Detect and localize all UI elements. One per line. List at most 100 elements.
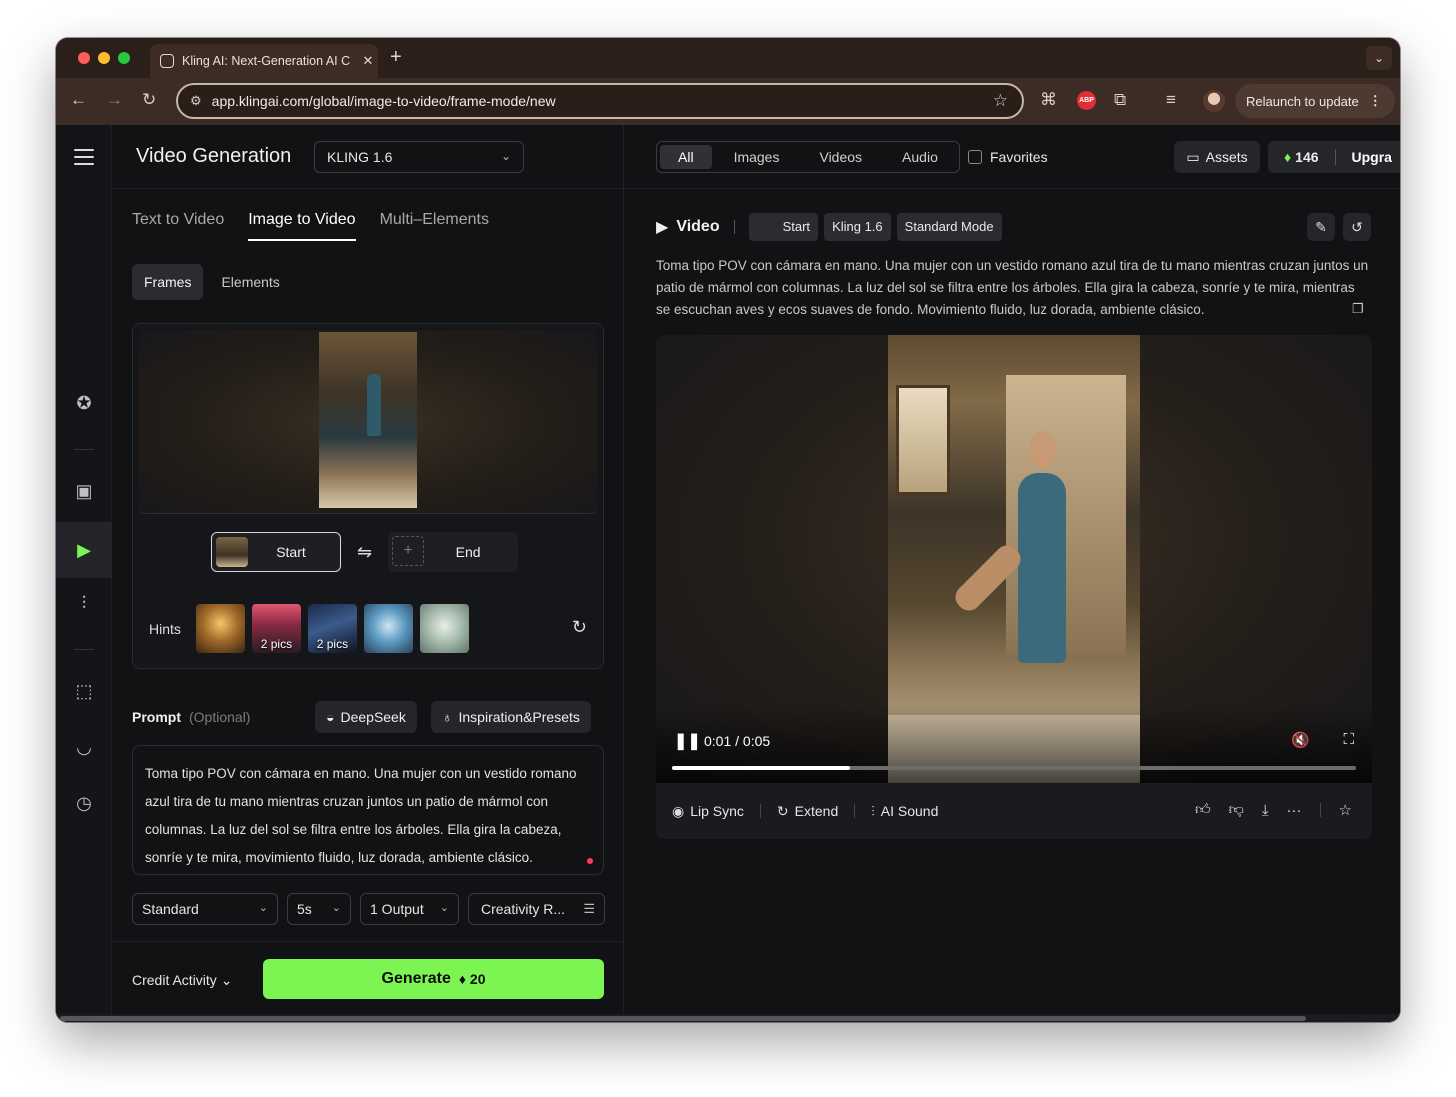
media-controls-icon[interactable]: ≡ <box>1166 90 1176 110</box>
horizontal-scrollbar[interactable] <box>56 1014 1400 1022</box>
filter-videos[interactable]: Videos <box>801 145 880 169</box>
close-window-button[interactable] <box>78 52 90 64</box>
explore-icon[interactable]: ✪ <box>56 393 112 417</box>
frame-preview[interactable] <box>139 330 597 514</box>
edit-icon[interactable]: ✎ <box>1307 213 1335 241</box>
ai-sound-label: AI Sound <box>880 803 939 819</box>
reload-icon[interactable]: ↻ <box>142 90 156 110</box>
deepseek-button[interactable]: ◒ DeepSeek <box>315 701 417 733</box>
start-frame-button[interactable]: Start <box>211 532 341 572</box>
generation-panel: Video Generation KLING 1.6 ⌄ Text to Vid… <box>112 125 624 1022</box>
generate-label: Generate <box>381 970 451 987</box>
audio-generation-icon[interactable]: ⫶ <box>56 593 112 617</box>
subtab-elements[interactable]: Elements <box>209 264 291 300</box>
creativity-select[interactable]: Creativity R... ☰ <box>468 893 605 925</box>
back-arrow-icon[interactable]: ← <box>70 90 87 110</box>
sub-tabs: Frames Elements <box>132 264 292 300</box>
inspiration-presets-button[interactable]: ♁ Inspiration&Presets <box>431 701 591 733</box>
address-bar[interactable]: ⚙ app.klingai.com/global/image-to-video/… <box>176 83 1024 119</box>
video-generation-icon[interactable]: ▶ <box>56 522 112 578</box>
tab-close-icon[interactable]: ✕ <box>358 53 378 69</box>
deepseek-whale-icon: ◒ <box>326 709 335 725</box>
translate-icon[interactable]: ⌘ <box>1040 90 1057 110</box>
filter-audio[interactable]: Audio <box>884 145 956 169</box>
outputs-select[interactable]: 1 Output ⌄ <box>360 893 459 925</box>
refresh-hints-icon[interactable]: ↻ <box>572 617 587 638</box>
seek-bar[interactable] <box>672 766 1356 770</box>
model-select[interactable]: KLING 1.6 ⌄ <box>314 141 524 173</box>
url-text[interactable]: app.klingai.com/global/image-to-video/fr… <box>212 93 993 109</box>
playback-time: 0:01 / 0:05 <box>704 733 771 749</box>
hint-thumbnail[interactable] <box>363 604 413 653</box>
filter-all[interactable]: All <box>660 145 712 169</box>
generate-bar: Credit Activity ⌄ Generate ♦ 20 <box>112 941 624 1022</box>
scrollbar-thumb[interactable] <box>60 1016 1306 1021</box>
generate-button[interactable]: Generate ♦ 20 <box>263 959 604 999</box>
bookmark-star-icon[interactable]: ☆ <box>993 91 1008 111</box>
hint-thumbnail[interactable]: 2 pics <box>251 604 301 653</box>
upgrade-button[interactable]: Upgra <box>1352 149 1392 165</box>
video-player[interactable]: ❚❚ 0:01 / 0:05 🔇 ⛶ <box>656 335 1372 783</box>
more-vert-icon[interactable]: ⋮ <box>1369 93 1382 109</box>
tab-multi-elements[interactable]: Multi–Elements <box>380 211 489 241</box>
frames-box: Start ⇋ + End Hints 2 pics 2 pics ↻ <box>132 323 604 669</box>
extend-label: Extend <box>794 803 839 819</box>
relaunch-button[interactable]: Relaunch to update ⋮ <box>1235 84 1395 118</box>
tab-text-to-video[interactable]: Text to Video <box>132 211 224 241</box>
regenerate-icon[interactable]: ↺ <box>1343 213 1371 241</box>
player-controls: ❚❚ 0:01 / 0:05 🔇 ⛶ <box>656 703 1372 783</box>
assets-label: Assets <box>1205 149 1248 165</box>
deepseek-label: DeepSeek <box>340 709 406 725</box>
extensions-puzzle-icon[interactable]: ⧉ <box>1114 90 1126 110</box>
start-end-row: Start ⇋ + End <box>211 532 519 572</box>
maximize-window-button[interactable] <box>118 52 130 64</box>
subtab-frames[interactable]: Frames <box>132 264 204 300</box>
muted-speaker-icon[interactable]: 🔇 <box>1291 731 1310 749</box>
minimize-window-button[interactable] <box>98 52 110 64</box>
lip-sync-icon[interactable]: ◡ <box>56 737 112 761</box>
hints-label: Hints <box>149 620 181 637</box>
ai-sound-button[interactable]: ⫶ AI Sound <box>871 803 938 820</box>
history-icon[interactable]: ◷ <box>56 793 112 817</box>
inspiration-label: Inspiration&Presets <box>458 709 580 725</box>
credit-activity-dropdown[interactable]: Credit Activity ⌄ <box>132 972 232 989</box>
duration-select[interactable]: 5s ⌄ <box>287 893 351 925</box>
hint-thumbnail[interactable] <box>195 604 245 653</box>
tab-search-chevron-icon[interactable]: ⌄ <box>1366 46 1392 70</box>
thumbs-up-icon[interactable]: 👍︎ <box>1195 801 1211 819</box>
assets-button[interactable]: ▭ Assets <box>1174 141 1260 173</box>
profile-avatar[interactable] <box>1203 90 1225 112</box>
menu-hamburger-icon[interactable] <box>74 149 94 165</box>
tab-image-to-video[interactable]: Image to Video <box>248 211 356 241</box>
checkbox-box[interactable] <box>968 150 982 164</box>
fullscreen-icon[interactable]: ⛶ <box>1343 731 1354 748</box>
hint-thumbnail[interactable]: 2 pics <box>307 604 357 653</box>
assets-box-icon[interactable]: ⬚ <box>56 681 112 705</box>
settings-row: Standard ⌄ 5s ⌄ 1 Output ⌄ Creativity R.… <box>132 893 605 925</box>
filter-images[interactable]: Images <box>716 145 798 169</box>
copy-icon[interactable]: ❐ <box>1352 301 1364 317</box>
forward-arrow-icon[interactable]: → <box>106 90 123 110</box>
new-tab-button[interactable]: + <box>390 46 402 69</box>
site-info-icon[interactable]: ⚙ <box>190 93 202 109</box>
hint-thumbnail[interactable] <box>419 604 469 653</box>
prompt-textarea[interactable]: Toma tipo POV con cámara en mano. Una mu… <box>132 745 604 875</box>
pause-icon[interactable]: ❚❚ <box>674 731 701 751</box>
download-icon[interactable]: ⤓ <box>1262 802 1269 819</box>
favorites-checkbox[interactable]: Favorites <box>968 149 1048 165</box>
adblock-icon[interactable]: ABP <box>1077 91 1096 110</box>
lip-sync-button[interactable]: ◉ Lip Sync <box>672 803 744 820</box>
browser-tab[interactable]: Kling AI: Next-Generation AI C ✕ <box>150 44 378 78</box>
extend-button[interactable]: ↻ Extend <box>777 803 838 820</box>
image-generation-icon[interactable]: ▣ <box>56 481 112 505</box>
favorite-star-icon[interactable]: ☆ <box>1339 801 1352 819</box>
filter-tabs: All Images Videos Audio <box>656 141 960 173</box>
thumbs-down-icon[interactable]: 👎︎ <box>1229 801 1244 819</box>
credits-balance[interactable]: ♦ 146 Upgra <box>1268 141 1400 173</box>
prompt-label: Prompt <box>132 709 181 725</box>
mode-select[interactable]: Standard ⌄ <box>132 893 278 925</box>
more-horizontal-icon[interactable]: ··· <box>1287 802 1302 819</box>
swap-icon[interactable]: ⇋ <box>357 542 372 563</box>
end-frame-button[interactable]: + End <box>388 532 519 572</box>
action-divider <box>759 804 761 818</box>
